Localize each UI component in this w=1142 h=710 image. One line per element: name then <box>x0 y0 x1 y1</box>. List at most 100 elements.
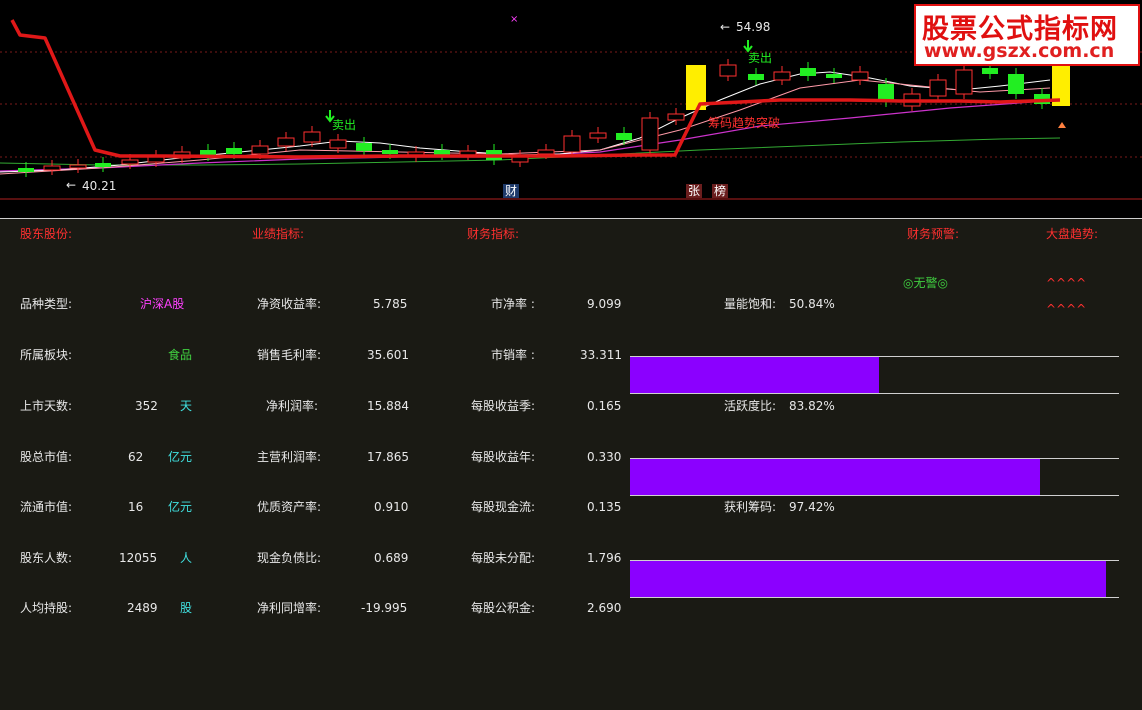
finance-value: 0.165 <box>587 399 622 413</box>
candle-body <box>329 139 347 149</box>
candle-body <box>800 68 816 76</box>
shareholder-label: 流通市值: <box>20 500 73 514</box>
candle-body <box>826 74 842 78</box>
candle-body <box>69 164 87 169</box>
section-title-finance: 财务指标: <box>467 227 520 241</box>
performance-label: 现金负债比: <box>257 551 322 565</box>
gauge-label: 获利筹码: <box>724 500 777 514</box>
cross-marker: × <box>510 14 518 25</box>
fundamentals-panel: 股东股份: 业绩指标: 财务指标: 财务预警: 大盘趋势: ◎无警◎ ^^^^ … <box>0 218 1142 710</box>
candle-body <box>95 163 111 167</box>
gauge-fill <box>630 357 879 393</box>
price-high-label: ← <box>720 20 731 34</box>
gauge-bar-profit-chips <box>630 560 1119 598</box>
finance-label: 市净率 : <box>491 297 535 311</box>
gauge-bar-activity <box>630 458 1119 496</box>
finance-value: 9.099 <box>587 297 622 311</box>
shareholder-unit: 天 <box>180 399 193 413</box>
shareholder-value: 352 <box>135 399 158 413</box>
shareholder-label: 品种类型: <box>20 297 73 311</box>
candle-body <box>667 113 685 121</box>
price-low-value: 40.21 <box>82 179 117 193</box>
gauge-bar-volume-saturation <box>630 356 1119 394</box>
gauge-value: 83.82% <box>789 399 835 413</box>
event-marker-cai[interactable]: 财 <box>503 184 519 198</box>
finance-value: 2.690 <box>587 601 622 615</box>
shareholder-label: 股总市值: <box>20 450 73 464</box>
candle-body <box>121 159 139 165</box>
kline-chart[interactable]: × ← 54.98 ← 40.21 卖出 卖出 筹码趋势突破 财 张 榜 股票公… <box>0 0 1142 200</box>
shareholder-value: 12055 <box>119 551 158 565</box>
candle-body <box>748 74 764 80</box>
shareholder-label: 上市天数: <box>20 399 73 413</box>
performance-label: 优质资产率: <box>257 500 322 514</box>
performance-label: 主营利润率: <box>257 450 322 464</box>
finance-label: 每股现金流: <box>471 500 536 514</box>
performance-value: 15.884 <box>367 399 409 413</box>
gauge-label: 量能饱和: <box>724 297 777 311</box>
performance-value: 0.689 <box>374 551 409 565</box>
candle-body <box>929 79 947 97</box>
candle-body <box>563 135 581 153</box>
candle-body <box>434 150 450 155</box>
sell-arrow-icon <box>743 40 753 53</box>
shareholder-unit: 食品 <box>168 348 193 362</box>
shareholder-unit: 人 <box>180 551 193 565</box>
performance-value: -19.995 <box>361 601 408 615</box>
candle-body <box>589 132 607 139</box>
candle-body <box>356 143 372 151</box>
finance-value: 0.135 <box>587 500 622 514</box>
shareholder-value: 2489 <box>127 601 158 615</box>
candle-body <box>851 71 869 81</box>
section-title-market-trend: 大盘趋势: <box>1046 227 1099 241</box>
performance-label: 净利同增率: <box>257 601 322 615</box>
event-marker-bang[interactable]: 榜 <box>712 184 728 198</box>
candle-body <box>226 148 242 154</box>
sell-label: 卖出 <box>332 118 357 132</box>
watermark-url: www.gszx.com.cn <box>924 40 1115 62</box>
shareholder-unit: 股 <box>180 601 193 615</box>
candle-body <box>43 165 61 171</box>
trend-line <box>10 19 1061 159</box>
shareholder-unit: 沪深A股 <box>140 297 185 311</box>
finance-value: 33.311 <box>580 348 622 362</box>
up-triangle-icon <box>1058 122 1066 128</box>
breakout-label: 筹码趋势突破 <box>708 116 781 130</box>
performance-label: 销售毛利率: <box>257 348 322 362</box>
candle-body <box>303 131 321 143</box>
candle-body <box>277 137 295 147</box>
finance-value: 0.330 <box>587 450 622 464</box>
candle-body <box>1008 74 1024 94</box>
finance-label: 每股收益季: <box>471 399 536 413</box>
finance-label: 每股收益年: <box>471 450 536 464</box>
performance-value: 0.910 <box>374 500 409 514</box>
performance-value: 5.785 <box>373 297 408 311</box>
candle-body <box>382 150 398 154</box>
candle-body <box>616 133 632 140</box>
candle-body <box>251 145 269 155</box>
finance-label: 每股未分配: <box>471 551 536 565</box>
finance-label: 每股公积金: <box>471 601 536 615</box>
section-title-performance: 业绩指标: <box>252 227 305 241</box>
shareholder-label: 所属板块: <box>20 348 73 362</box>
candle-body <box>537 149 555 155</box>
performance-value: 17.865 <box>367 450 409 464</box>
shareholder-label: 人均持股: <box>20 601 73 615</box>
event-marker-zhang[interactable]: 张 <box>686 184 702 198</box>
gauge-value: 97.42% <box>789 500 835 514</box>
shareholder-unit: 亿元 <box>168 450 193 464</box>
sell-label: 卖出 <box>748 51 773 65</box>
shareholder-value: 16 <box>128 500 144 514</box>
warning-status: ◎无警◎ <box>903 276 948 290</box>
gauge-label: 活跃度比: <box>724 399 777 413</box>
candle-body <box>18 168 34 172</box>
candle-body <box>982 68 998 74</box>
market-trend-arrows: ^^^^ <box>1046 302 1087 316</box>
candle-body <box>641 117 659 151</box>
watermark-logo: 股票公式指标网 www.gszx.com.cn <box>914 4 1140 66</box>
performance-value: 35.601 <box>367 348 409 362</box>
shareholder-unit: 亿元 <box>168 500 193 514</box>
shareholder-value: 62 <box>128 450 144 464</box>
price-low-arrow: ← <box>66 178 77 192</box>
gauge-fill <box>630 561 1107 597</box>
